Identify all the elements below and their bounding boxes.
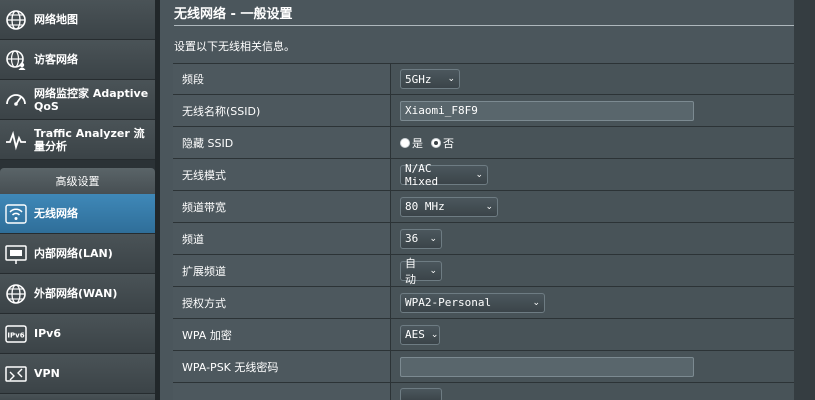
channel-bandwidth-select[interactable]: 80 MHz ⌄: [400, 196, 498, 217]
sidebar-item-label: 访客网络: [34, 53, 78, 66]
hide-ssid-radio-group: 是 否: [400, 135, 462, 151]
sidebar-item-wireless[interactable]: 无线网络: [0, 194, 155, 234]
advanced-settings-header: 高级设置: [0, 168, 155, 194]
sidebar-item-label: 外部网络(WAN): [34, 287, 118, 300]
sidebar-item-guest-network[interactable]: 访客网络: [0, 40, 155, 80]
table-row: 隐藏 SSID 是 否: [173, 127, 794, 159]
table-row: WPA 加密 AES ⌄: [173, 319, 794, 351]
main-panel: 无线网络 - 一般设置 设置以下无线相关信息。 频段 5GHz ⌄ 无线名称(SS…: [160, 0, 815, 400]
band-select-value: 5GHz: [405, 72, 432, 86]
chevron-down-icon: ⌄: [429, 233, 437, 244]
ssid-input[interactable]: Xiaomi_F8F9: [400, 100, 694, 121]
sidebar-item-label: 网络地图: [34, 13, 78, 26]
channel-label: 频道: [173, 223, 391, 254]
chevron-down-icon: ⌄: [475, 169, 483, 180]
page-description: 设置以下无线相关信息。: [174, 40, 295, 53]
svg-text:IPv6: IPv6: [7, 331, 24, 339]
auth-method-select[interactable]: WPA2-Personal ⌄: [400, 292, 545, 313]
sidebar-item-label: VPN: [34, 367, 60, 380]
auth-method-label: 授权方式: [173, 287, 391, 318]
hide-ssid-no-label: 否: [443, 136, 454, 150]
sidebar-item-ipv6[interactable]: IPv6 IPv6: [0, 314, 155, 354]
sidebar-item-label: 无线网络: [34, 207, 78, 220]
main-menu-group: 网络地图 访客网络 网络监控家 Adaptive QoS Traffic Ana…: [0, 0, 155, 160]
partial-row-label: [173, 383, 391, 400]
table-row: 频道带宽 80 MHz ⌄: [173, 191, 794, 223]
channel-bandwidth-label: 频道带宽: [173, 191, 391, 222]
sidebar-item-lan[interactable]: 内部网络(LAN): [0, 234, 155, 274]
sidebar-item-label: IPv6: [34, 327, 61, 340]
table-row: 频道 36 ⌄: [173, 223, 794, 255]
wireless-mode-value: N/AC Mixed: [405, 161, 439, 188]
pulse-icon: [4, 128, 28, 152]
sidebar-item-wan[interactable]: 外部网络(WAN): [0, 274, 155, 314]
extension-channel-label: 扩展频道: [173, 255, 391, 286]
chevron-down-icon: ⌄: [430, 329, 439, 340]
table-row: 扩展频道 自动 ⌄: [173, 255, 794, 287]
sidebar-item-partial[interactable]: [0, 394, 155, 400]
title-divider: [174, 25, 799, 26]
right-edge-panel: [794, 0, 815, 400]
table-row: 无线名称(SSID) Xiaomi_F8F9: [173, 95, 794, 127]
extension-channel-select[interactable]: 自动 ⌄: [400, 257, 442, 286]
ipv6-icon: IPv6: [4, 322, 28, 346]
vpn-icon: [4, 362, 28, 386]
chevron-down-icon: ⌄: [485, 201, 493, 212]
band-select[interactable]: 5GHz ⌄: [400, 69, 460, 89]
extension-channel-value: 自动: [405, 256, 416, 286]
wireless-mode-select[interactable]: N/AC Mixed ⌄: [400, 161, 488, 188]
sidebar-item-label: Traffic Analyzer 流量分析: [34, 126, 145, 153]
table-row: [173, 383, 794, 400]
sidebar-item-label: 内部网络(LAN): [34, 247, 113, 260]
chevron-down-icon: ⌄: [447, 74, 455, 84]
partial-row-select[interactable]: [400, 387, 442, 400]
hide-ssid-yes-radio[interactable]: [400, 137, 410, 148]
sidebar: 网络地图 访客网络 网络监控家 Adaptive QoS Traffic Ana…: [0, 0, 155, 400]
table-row: 授权方式 WPA2-Personal ⌄: [173, 287, 794, 319]
hide-ssid-label: 隐藏 SSID: [173, 127, 391, 158]
table-row: WPA-PSK 无线密码: [173, 351, 794, 383]
sidebar-item-adaptive-qos[interactable]: 网络监控家 Adaptive QoS: [0, 80, 155, 120]
lan-icon: [4, 242, 28, 266]
wpa-psk-key-label: WPA-PSK 无线密码: [173, 351, 391, 382]
wpa-encryption-label: WPA 加密: [173, 319, 391, 350]
advanced-menu-group: 无线网络 内部网络(LAN) 外部网络(WAN) IPv6 IPv6 VPN: [0, 194, 155, 400]
chevron-down-icon: ⌄: [429, 265, 437, 276]
sidebar-item-traffic-analyzer[interactable]: Traffic Analyzer 流量分析: [0, 120, 155, 160]
speedometer-icon: [4, 88, 28, 112]
hide-ssid-no-radio[interactable]: [431, 137, 441, 148]
wpa-encryption-select[interactable]: AES ⌄: [400, 324, 440, 345]
hide-ssid-yes-label: 是: [412, 136, 423, 150]
sidebar-item-vpn[interactable]: VPN: [0, 354, 155, 394]
globe-people-icon: [4, 48, 28, 72]
wpa-psk-key-input[interactable]: [400, 356, 694, 377]
auth-method-value: WPA2-Personal: [405, 296, 492, 309]
band-label: 频段: [173, 64, 391, 94]
channel-select[interactable]: 36 ⌄: [400, 228, 442, 249]
page-title: 无线网络 - 一般设置: [174, 7, 293, 22]
wireless-settings-table: 频段 5GHz ⌄ 无线名称(SSID) Xiaomi_F8F9 隐藏 SSID …: [173, 63, 794, 400]
channel-value: 36: [405, 232, 419, 245]
wireless-mode-label: 无线模式: [173, 159, 391, 190]
channel-bandwidth-value: 80 MHz: [405, 200, 445, 213]
table-row: 频段 5GHz ⌄: [173, 63, 794, 95]
sidebar-item-label: 网络监控家 Adaptive QoS: [34, 86, 149, 113]
wpa-encryption-value: AES: [405, 328, 425, 341]
ssid-label: 无线名称(SSID): [173, 95, 391, 126]
globe-icon: [4, 8, 28, 32]
sidebar-item-network-map[interactable]: 网络地图: [0, 0, 155, 40]
table-row: 无线模式 N/AC Mixed ⌄: [173, 159, 794, 191]
wifi-icon: [4, 202, 28, 226]
wan-globe-icon: [4, 282, 28, 306]
chevron-down-icon: ⌄: [532, 297, 540, 308]
